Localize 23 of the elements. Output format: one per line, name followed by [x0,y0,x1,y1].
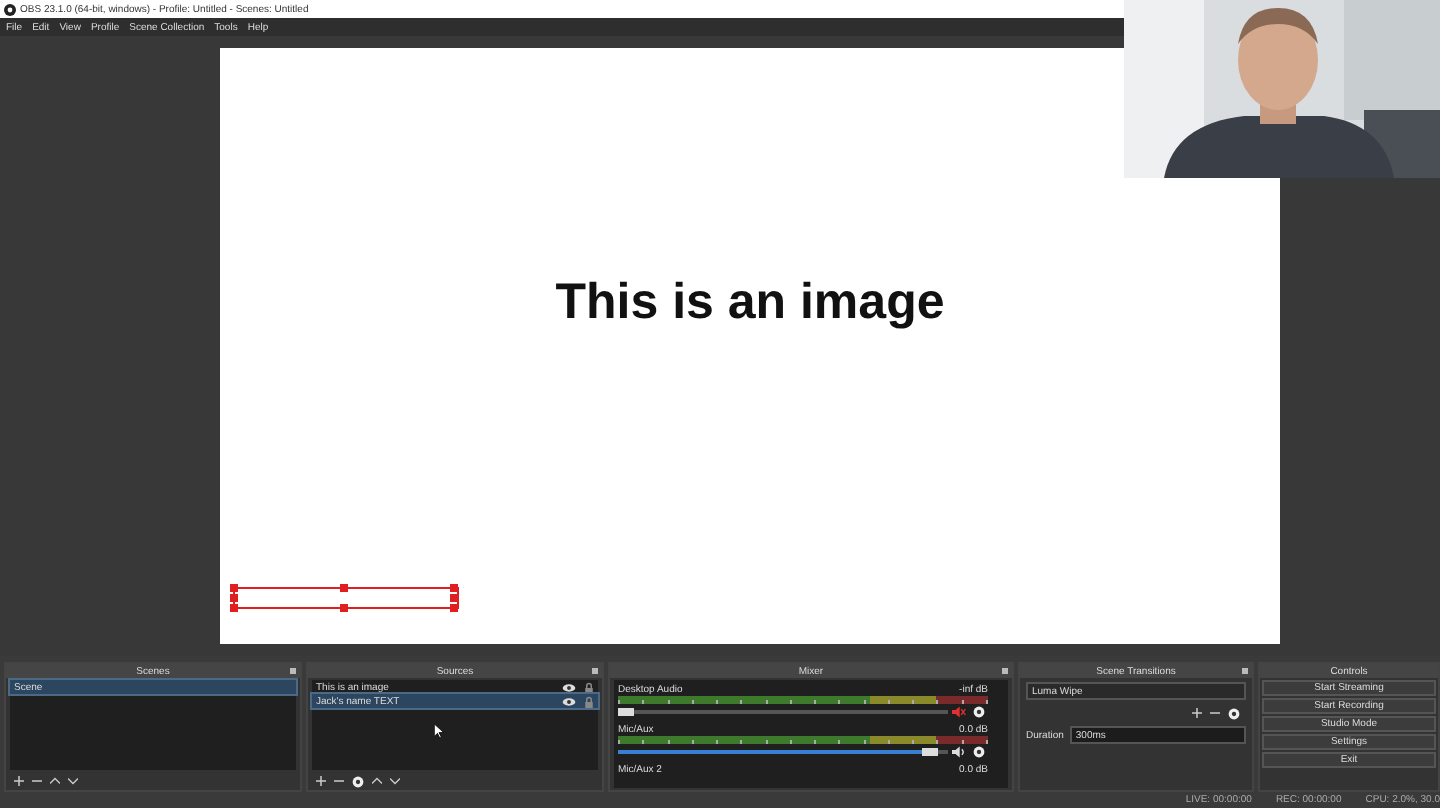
add-icon[interactable] [14,776,24,786]
up-icon[interactable] [50,776,60,786]
remove-icon[interactable] [32,776,42,786]
down-icon[interactable] [390,776,400,786]
settings-icon[interactable] [972,706,986,718]
selection-box-drawing[interactable] [228,584,464,612]
lock-icon[interactable] [582,695,596,707]
settings-icon[interactable] [1228,707,1240,719]
add-icon[interactable] [1192,708,1202,718]
image-text: This is an image [553,274,947,332]
settings-icon[interactable] [972,746,986,758]
eye-icon[interactable] [562,681,576,693]
speaker-icon[interactable] [952,746,966,758]
down-icon[interactable] [68,776,78,786]
settings-icon[interactable] [352,775,364,787]
eye-icon[interactable] [562,695,576,707]
cursor-icon [434,724,444,738]
remove-icon[interactable] [334,776,344,786]
up-icon[interactable] [372,776,382,786]
add-icon[interactable] [316,776,326,786]
remove-icon[interactable] [1210,708,1220,718]
slider-thumb[interactable] [618,708,634,716]
slider-thumb[interactable] [922,748,939,756]
